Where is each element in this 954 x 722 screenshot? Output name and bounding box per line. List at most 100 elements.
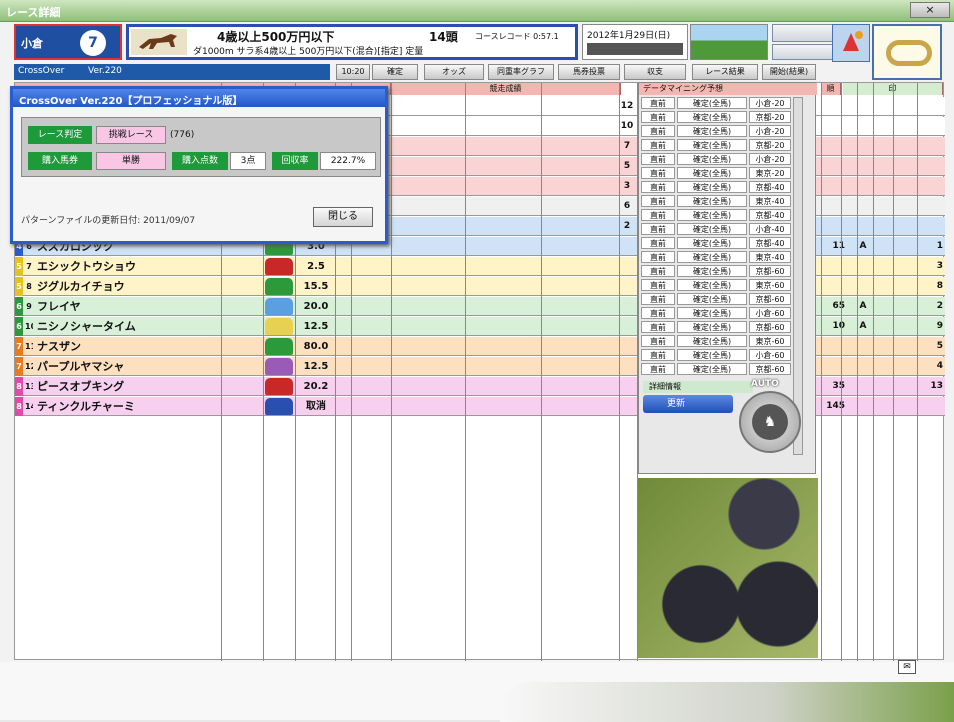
header-button-2[interactable] xyxy=(772,44,836,60)
dm-timing: 直前 xyxy=(641,237,675,249)
data-mining-row[interactable]: 直前 確定(全馬) 京都-60 xyxy=(641,293,791,306)
header-button-1[interactable] xyxy=(772,24,836,42)
data-mining-row[interactable]: 直前 確定(全馬) 東京-40 xyxy=(641,251,791,264)
data-mining-row[interactable]: 直前 確定(全馬) 小倉-60 xyxy=(641,349,791,362)
data-mining-row[interactable]: 直前 確定(全馬) 小倉-20 xyxy=(641,97,791,110)
update-button[interactable]: 更新 xyxy=(643,395,733,413)
waku-number: 5 xyxy=(15,257,23,276)
rank-cell: 13 xyxy=(930,381,943,391)
horse-number: 10 xyxy=(25,322,33,331)
data-mining-row[interactable]: 直前 確定(全馬) 京都-40 xyxy=(641,209,791,222)
window-title: レース詳細 xyxy=(6,6,61,19)
dm-condition: 確定(全馬) xyxy=(677,335,747,347)
horse-name[interactable]: ピースオブキング xyxy=(37,378,124,397)
column-divider xyxy=(841,83,842,661)
race-date: 2012年1月29日(日) xyxy=(587,31,671,41)
column-divider xyxy=(873,83,874,661)
odds-button[interactable]: オッズ xyxy=(424,64,484,80)
dm-venue: 小倉-20 xyxy=(749,97,791,109)
dm-condition: 確定(全馬) xyxy=(677,195,747,207)
bet-button[interactable]: 馬券投票 xyxy=(558,64,620,80)
data-mining-row[interactable]: 直前 確定(全馬) 小倉-20 xyxy=(641,125,791,138)
data-mining-row[interactable]: 直前 確定(全馬) 小倉-20 xyxy=(641,153,791,166)
data-mining-row[interactable]: 直前 確定(全馬) 小倉-40 xyxy=(641,223,791,236)
mark-cell: A xyxy=(859,321,867,331)
rank-cell: 3 xyxy=(936,261,943,271)
race-judge-count: (776) xyxy=(170,130,195,140)
start-button[interactable]: 開始(結果) xyxy=(762,64,816,80)
dm-timing: 直前 xyxy=(641,139,675,151)
rank-cell: 8 xyxy=(936,281,943,291)
bottom-area xyxy=(0,662,954,722)
data-mining-scrollbar[interactable] xyxy=(793,97,803,455)
race-detail: ダ1000m サラ系4歳以上 500万円以下(混合)[指定] 定量 xyxy=(193,47,424,57)
auto-button[interactable]: ♞ xyxy=(739,391,801,453)
dm-timing: 直前 xyxy=(641,209,675,221)
jockey-silk-icon xyxy=(265,298,293,315)
mark-cell xyxy=(857,257,869,276)
data-mining-row[interactable]: 直前 確定(全馬) 京都-60 xyxy=(641,363,791,376)
dm-condition: 確定(全馬) xyxy=(677,139,747,151)
rank-cell: 5 xyxy=(623,161,631,171)
waku-number: 6 xyxy=(15,317,23,336)
balance-button[interactable]: 収支 xyxy=(624,64,686,80)
buy-type-label: 購入馬券 xyxy=(28,152,92,170)
dm-venue: 東京-40 xyxy=(749,195,791,207)
dm-timing: 直前 xyxy=(641,223,675,235)
weather-bar xyxy=(587,43,683,55)
mark-cell xyxy=(857,357,869,376)
dm-condition: 確定(全馬) xyxy=(677,97,747,109)
horse-name[interactable]: ティンクルチャーミ xyxy=(37,398,135,417)
data-mining-row[interactable]: 直前 確定(全馬) 京都-60 xyxy=(641,265,791,278)
state-dropdown[interactable]: 確定 xyxy=(372,64,418,80)
odds-cell: 20.0 xyxy=(303,301,329,312)
horse-name[interactable]: ニシノシャータイム xyxy=(37,318,136,337)
horse-name[interactable]: フレイヤ xyxy=(37,298,81,317)
close-dialog-button[interactable]: 閉じる xyxy=(313,207,373,227)
data-mining-row[interactable]: 直前 確定(全馬) 東京-60 xyxy=(641,279,791,292)
dm-condition: 確定(全馬) xyxy=(677,349,747,361)
dm-condition: 確定(全馬) xyxy=(677,111,747,123)
dm-condition: 確定(全馬) xyxy=(677,181,747,193)
dialog-panel: レース判定 挑戦レース (776) 購入馬券 単勝 購入点数 3点 回収率 22… xyxy=(21,117,381,177)
odds-cell: 80.0 xyxy=(303,341,329,352)
horse-name[interactable]: エシックトウショウ xyxy=(37,258,136,277)
graph-button[interactable]: 同重率グラフ xyxy=(488,64,554,80)
mark-cell: A xyxy=(859,241,867,251)
horse-name[interactable]: パープルヤマシャ xyxy=(37,358,124,377)
leaf-icon[interactable] xyxy=(832,24,870,62)
data-mining-row[interactable]: 直前 確定(全馬) 東京-40 xyxy=(641,195,791,208)
dm-venue: 小倉-20 xyxy=(749,153,791,165)
rank-cell xyxy=(919,397,943,416)
close-window-button[interactable]: × xyxy=(910,2,950,18)
title-bar: レース詳細 × xyxy=(0,0,954,22)
data-mining-row[interactable]: 直前 確定(全馬) 東京-20 xyxy=(641,167,791,180)
track-icon[interactable] xyxy=(872,24,942,80)
dm-timing: 直前 xyxy=(641,167,675,179)
dm-venue: 京都-60 xyxy=(749,265,791,277)
data-mining-row[interactable]: 直前 確定(全馬) 京都-40 xyxy=(641,237,791,250)
dm-timing: 直前 xyxy=(641,321,675,333)
horse-name[interactable]: ジグルカイチョウ xyxy=(37,278,125,297)
data-mining-row[interactable]: 直前 確定(全馬) 京都-20 xyxy=(641,111,791,124)
horse-name[interactable]: ナスザン xyxy=(37,338,81,357)
dm-venue: 京都-60 xyxy=(749,293,791,305)
dm-condition: 確定(全馬) xyxy=(677,237,747,249)
dm-condition: 確定(全馬) xyxy=(677,363,747,375)
dm-venue: 小倉-20 xyxy=(749,125,791,137)
mail-icon[interactable]: ✉ xyxy=(898,660,916,674)
data-mining-row[interactable]: 直前 確定(全馬) 京都-60 xyxy=(641,321,791,334)
data-mining-row[interactable]: 直前 確定(全馬) 京都-40 xyxy=(641,181,791,194)
data-mining-row[interactable]: 直前 確定(全馬) 東京-60 xyxy=(641,335,791,348)
waku-number: 7 xyxy=(15,337,23,356)
jockey-silk-icon xyxy=(265,258,293,275)
column-divider xyxy=(541,83,542,661)
time-field: 10:20 xyxy=(336,64,370,80)
odds-cell: 15.5 xyxy=(303,281,329,292)
rank-cell: 9 xyxy=(936,321,943,331)
data-mining-row[interactable]: 直前 確定(全馬) 京都-20 xyxy=(641,139,791,152)
data-mining-row[interactable]: 直前 確定(全馬) 小倉-60 xyxy=(641,307,791,320)
race-condition-box: 4歳以上500万円以下 ダ1000m サラ系4歳以上 500万円以下(混合)[指… xyxy=(126,24,578,60)
venue-name: 小倉 xyxy=(21,37,43,50)
result-button[interactable]: レース結果 xyxy=(692,64,758,80)
